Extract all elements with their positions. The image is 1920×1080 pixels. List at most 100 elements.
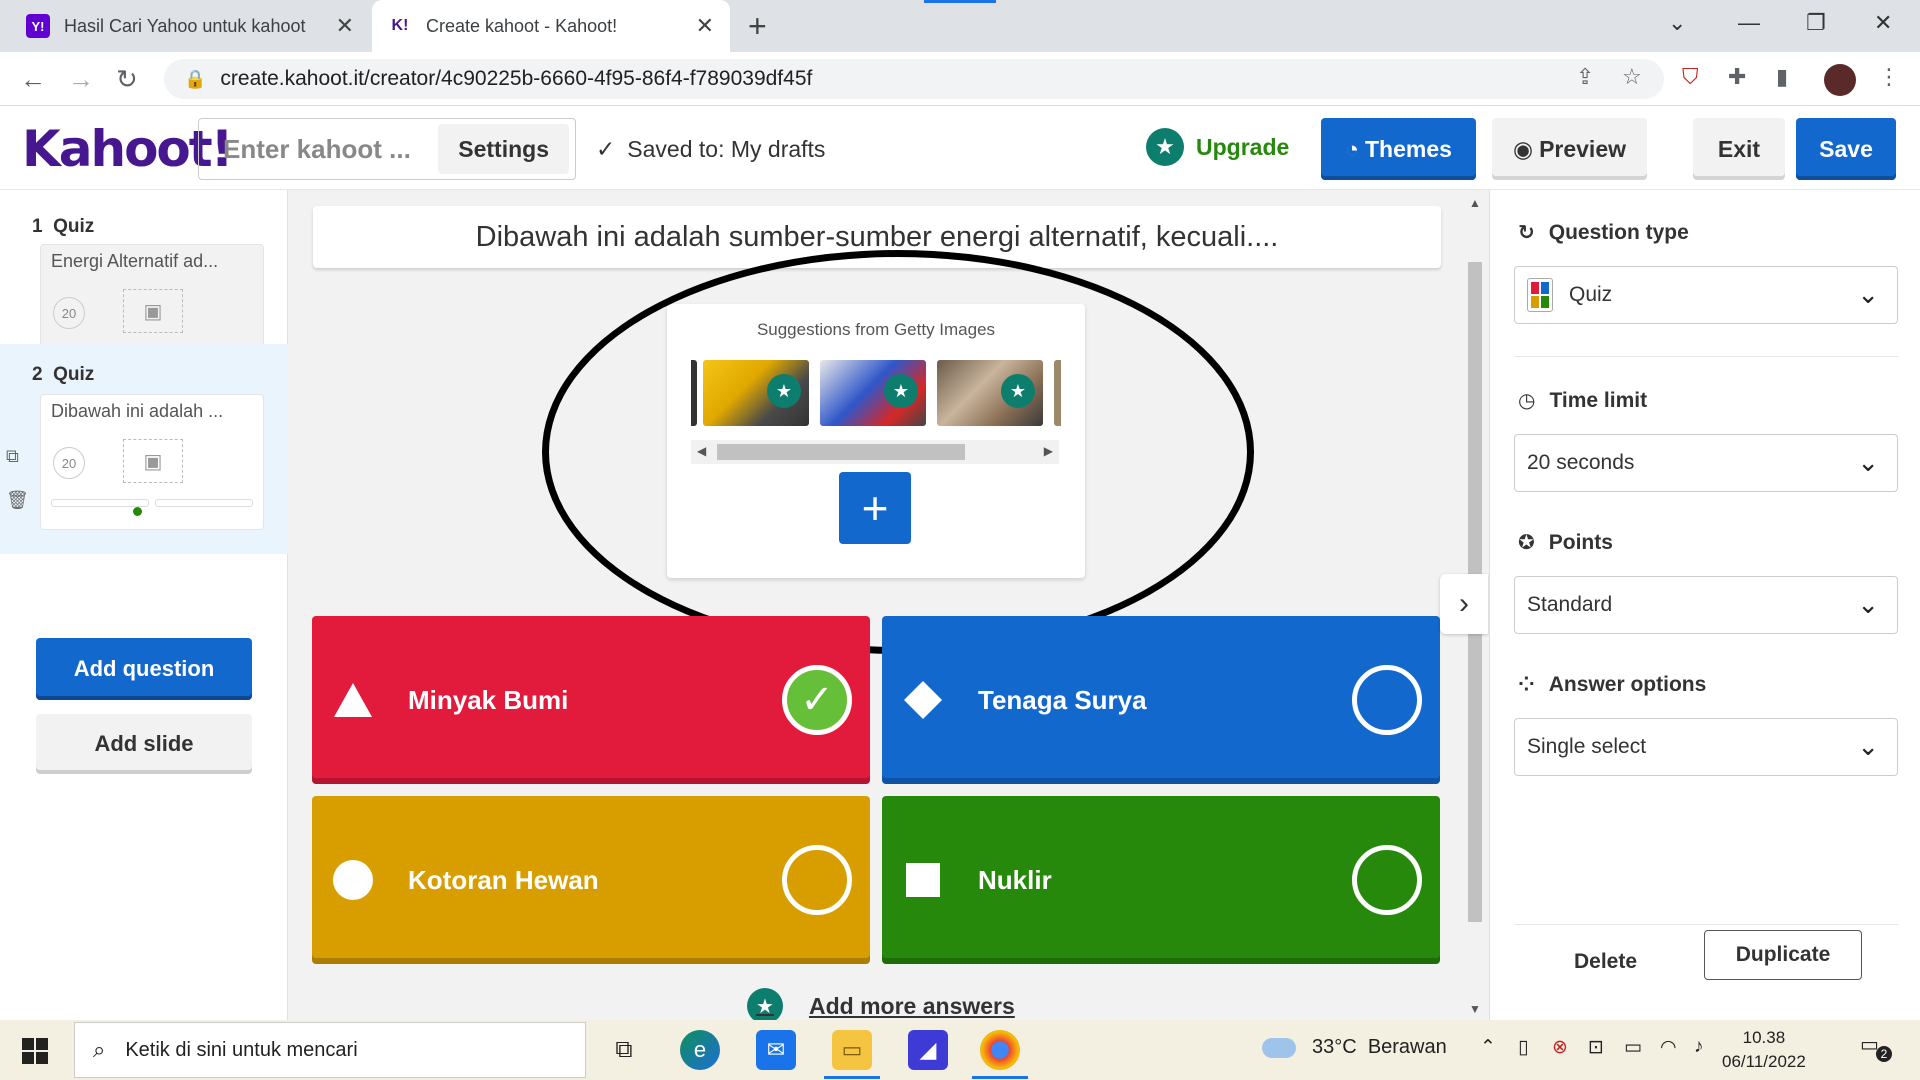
add-slide-button[interactable]: Add slide [36, 714, 252, 774]
url-field[interactable]: 🔒 create.kahoot.it/creator/4c90225b-6660… [164, 59, 1664, 99]
side-panel-icon[interactable]: ▮ [1776, 64, 1788, 90]
restore-icon[interactable]: ❐ [1806, 10, 1826, 36]
answer-1-text[interactable]: Minyak Bumi [408, 685, 782, 716]
answer-options-select[interactable]: Single select ⌄ [1514, 718, 1898, 776]
image-placeholder-icon: ▣ [123, 289, 183, 333]
forward-icon[interactable]: → [68, 64, 94, 95]
profile-avatar[interactable] [1824, 64, 1856, 96]
points-label: Points [1548, 530, 1613, 554]
windows-start-icon[interactable] [22, 1038, 48, 1064]
kahoot-header: Kahoot! Enter kahoot ... Settings ✓ Saved… [0, 106, 1920, 190]
taskbar-search-placeholder: Ketik di sini untuk mencari [125, 1038, 358, 1061]
time-limit-label: Time limit [1549, 388, 1648, 412]
add-more-answers-link[interactable]: ★ Add more answers [747, 988, 1015, 1024]
wifi-icon[interactable]: ◠ [1660, 1036, 1677, 1059]
chrome-icon[interactable] [980, 1030, 1020, 1070]
answer-options-value: Single select [1527, 735, 1647, 758]
eye-icon: ◉ [1512, 135, 1534, 162]
answer-3-text[interactable]: Kotoran Hewan [408, 865, 782, 896]
scroll-up-icon[interactable]: ▲ [1469, 196, 1481, 210]
system-clock[interactable]: 10.38 06/11/2022 [1722, 1026, 1806, 1074]
new-tab-icon[interactable]: + [748, 8, 767, 45]
browser-menu-icon[interactable]: ⋮ [1878, 64, 1900, 90]
answer-4[interactable]: Nuklir [882, 796, 1440, 964]
slide-thumbnail[interactable]: Dibawah ini adalah ... 20 ▣ [40, 394, 264, 530]
mark-correct-toggle[interactable] [782, 845, 852, 915]
scroll-down-icon[interactable]: ▼ [1469, 1002, 1481, 1016]
tab-title: Create kahoot - Kahoot! [426, 15, 618, 36]
file-explorer-icon[interactable]: ▭ [832, 1030, 872, 1070]
camera-icon[interactable]: ⊡ [1588, 1036, 1604, 1059]
delete-slide-icon[interactable]: 🗑 [6, 490, 29, 511]
notification-center-icon[interactable]: ▭ 2 [1860, 1032, 1892, 1064]
correct-dot [133, 507, 142, 516]
close-window-icon[interactable]: ✕ [1874, 10, 1892, 36]
themes-button[interactable]: ◔ Themes [1321, 118, 1476, 180]
reload-icon[interactable]: ↻ [116, 64, 138, 95]
answer-3[interactable]: Kotoran Hewan [312, 796, 870, 964]
exit-button[interactable]: Exit [1693, 118, 1785, 180]
battery-icon[interactable]: ▭ [1624, 1036, 1642, 1059]
task-view-icon[interactable]: ⧉ [604, 1030, 644, 1070]
delete-button[interactable]: Delete [1574, 950, 1637, 974]
chevron-down-icon: ⌄ [1857, 589, 1879, 619]
answer-4-text[interactable]: Nuklir [978, 865, 1352, 896]
slide-timer: 20 [53, 447, 85, 479]
points-select[interactable]: Standard ⌄ [1514, 576, 1898, 634]
app-icon[interactable]: ◢ [908, 1030, 948, 1070]
weather-widget[interactable]: 33°C Berawan [1262, 1036, 1447, 1059]
collapse-panel-chevron-icon[interactable]: › [1440, 574, 1488, 634]
chevron-down-icon: ⌄ [1857, 279, 1879, 309]
divider [1514, 356, 1898, 357]
slide-type: Quiz [53, 216, 95, 237]
minimize-icon[interactable]: — [1738, 10, 1760, 36]
settings-button[interactable]: Settings [438, 124, 569, 174]
edge-browser-icon[interactable]: e [680, 1030, 720, 1070]
mark-correct-toggle[interactable] [1352, 845, 1422, 915]
volume-icon[interactable]: ♪ [1694, 1036, 1704, 1058]
clock-date: 06/11/2022 [1722, 1052, 1806, 1071]
award-icon: ✪ [1518, 532, 1535, 554]
tab-search-chevron-icon[interactable]: ⌄ [1668, 10, 1686, 36]
question-canvas: Dibawah ini adalah sumber-sumber energi … [289, 190, 1469, 1024]
answer-2[interactable]: Tenaga Surya [882, 616, 1440, 784]
meet-icon[interactable]: ▯ [1518, 1036, 1528, 1059]
duplicate-slide-icon[interactable]: ⧉ [6, 446, 19, 467]
kahoot-title-input[interactable]: Enter kahoot ... [199, 134, 438, 165]
tab-yahoo-search[interactable]: Y! Hasil Cari Yahoo untuk kahoot ✕ [10, 0, 370, 52]
add-question-button[interactable]: Add question [36, 638, 252, 700]
question-type-select[interactable]: Quiz ⌄ [1514, 266, 1898, 324]
answer-2-text[interactable]: Tenaga Surya [978, 685, 1352, 716]
extensions-puzzle-icon[interactable]: ✚ [1728, 64, 1746, 90]
security-alert-icon[interactable]: ⊗ [1552, 1036, 1568, 1059]
answer-1[interactable]: Minyak Bumi ✓ [312, 616, 870, 784]
back-icon[interactable]: ← [20, 64, 46, 95]
slide-question-preview: Energi Alternatif ad... [51, 251, 219, 271]
save-button[interactable]: Save [1796, 118, 1896, 180]
diamond-icon [902, 679, 944, 721]
show-hidden-icons-chevron-icon[interactable]: ⌃ [1480, 1036, 1496, 1059]
question-type-icon: ↻ [1518, 222, 1535, 244]
url-text: create.kahoot.it/creator/4c90225b-6660-4… [220, 67, 813, 90]
upgrade-button[interactable]: ★ Upgrade [1146, 128, 1289, 166]
duplicate-button[interactable]: Duplicate [1704, 930, 1862, 980]
time-limit-heading: ◷ Time limit [1518, 388, 1647, 413]
mark-correct-toggle[interactable] [1352, 665, 1422, 735]
extension-shield-icon[interactable]: ⛉ [1682, 64, 1699, 90]
tab-create-kahoot[interactable]: K! Create kahoot - Kahoot! ✕ [372, 0, 730, 52]
preview-button[interactable]: ◉ Preview [1492, 118, 1647, 180]
divider [1514, 924, 1898, 925]
close-tab-icon[interactable]: ✕ [336, 13, 354, 39]
correct-check-icon[interactable]: ✓ [782, 665, 852, 735]
time-limit-select[interactable]: 20 seconds ⌄ [1514, 434, 1898, 492]
browser-tab-strip: Y! Hasil Cari Yahoo untuk kahoot ✕ K! Cr… [0, 0, 1920, 52]
tab-indicator [924, 0, 996, 3]
taskbar-search-input[interactable]: ⌕ Ketik di sini untuk mencari [74, 1022, 586, 1078]
mail-icon[interactable]: ✉ [756, 1030, 796, 1070]
star-icon: ★ [1146, 128, 1184, 166]
slide-item-2[interactable]: 2 Quiz Dibawah ini adalah ... 20 ▣ ⧉ 🗑 [0, 344, 288, 554]
close-tab-icon[interactable]: ✕ [696, 13, 714, 39]
bookmark-star-icon[interactable]: ☆ [1622, 64, 1642, 90]
palette-icon: ◔ [1345, 135, 1359, 162]
share-icon[interactable]: ⇪ [1576, 64, 1594, 90]
